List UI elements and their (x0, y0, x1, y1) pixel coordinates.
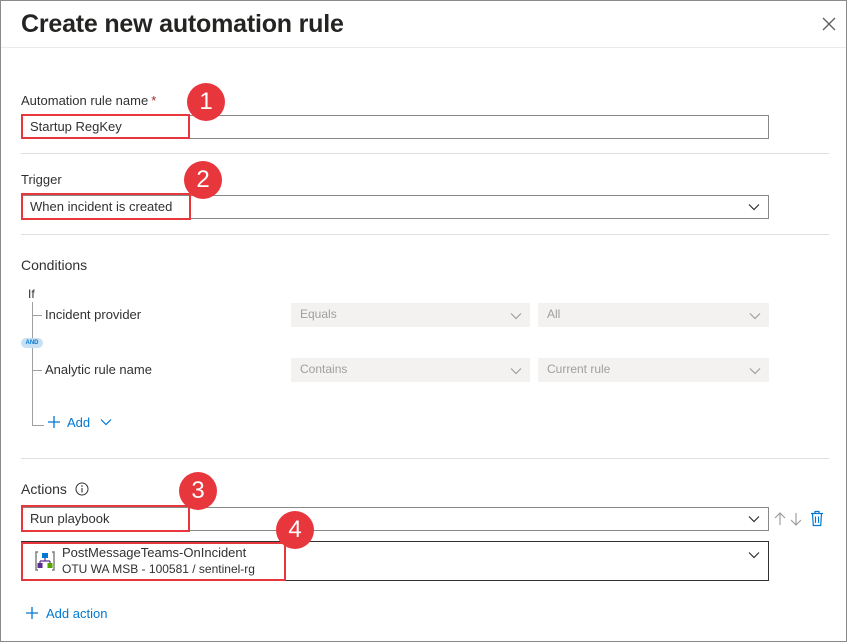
chevron-down-icon (510, 313, 522, 320)
action-value: Run playbook (30, 511, 110, 526)
callout-badge-1: 1 (187, 83, 225, 121)
panel-title: Create new automation rule (21, 10, 344, 38)
chevron-down-icon (100, 419, 112, 426)
condition-value-text: All (547, 307, 561, 321)
actions-label: Actions (21, 481, 89, 497)
add-condition-label: Add (67, 415, 91, 430)
condition-field-label: Incident provider (45, 307, 142, 322)
move-up-icon[interactable] (773, 511, 787, 527)
plus-icon (48, 416, 60, 428)
callout-badge-4: 4 (276, 511, 314, 549)
playbook-subscription: OTU WA MSB - 100581 / sentinel-rg (62, 562, 255, 576)
playbook-name: PostMessageTeams-OnIncident (62, 545, 247, 560)
chevron-down-icon (510, 368, 522, 375)
rule-name-value: Startup RegKey (30, 119, 122, 134)
trigger-label: Trigger (21, 172, 62, 187)
chevron-down-icon (748, 516, 760, 523)
add-condition-button[interactable]: Add (47, 415, 112, 430)
close-icon[interactable] (819, 14, 839, 34)
section-divider (21, 234, 829, 235)
logic-app-icon (35, 551, 55, 571)
condition-operator-value: Contains (300, 362, 348, 376)
add-action-button[interactable]: Add action (25, 606, 107, 621)
add-action-label: Add action (46, 606, 108, 621)
action-dropdown[interactable]: Run playbook (21, 507, 769, 531)
rule-name-label: Automation rule name * (21, 93, 157, 108)
delete-icon[interactable] (809, 510, 825, 527)
callout-badge-3: 3 (179, 472, 217, 510)
rule-name-input[interactable]: Startup RegKey (21, 115, 769, 139)
tree-connector (32, 315, 42, 316)
condition-operator-dropdown[interactable]: Contains (291, 358, 530, 382)
condition-value-text: Current rule (547, 362, 611, 376)
chevron-down-icon (749, 368, 761, 375)
tree-connector (32, 302, 33, 426)
required-asterisk: * (151, 93, 157, 108)
condition-value-dropdown[interactable]: Current rule (538, 358, 769, 382)
and-badge: AND (21, 338, 43, 348)
tree-connector (32, 425, 44, 426)
playbook-dropdown[interactable]: PostMessageTeams-OnIncident OTU WA MSB -… (21, 541, 769, 581)
condition-operator-dropdown[interactable]: Equals (291, 303, 530, 327)
callout-badge-2: 2 (184, 161, 222, 199)
plus-icon (26, 607, 38, 619)
section-divider (21, 458, 829, 459)
chevron-down-icon (749, 313, 761, 320)
trigger-dropdown[interactable]: When incident is created (21, 195, 769, 219)
header-divider (1, 47, 846, 48)
condition-field-label: Analytic rule name (45, 362, 152, 377)
section-divider (21, 153, 829, 154)
conditions-label: Conditions (21, 257, 88, 273)
move-down-icon[interactable] (789, 511, 803, 527)
automation-rule-panel: Create new automation rule Automation ru… (0, 0, 847, 642)
chevron-down-icon (748, 204, 760, 211)
chevron-down-icon (748, 552, 760, 559)
trigger-value: When incident is created (30, 199, 173, 214)
condition-value-dropdown[interactable]: All (538, 303, 769, 327)
condition-operator-value: Equals (300, 307, 337, 321)
tree-connector (32, 370, 42, 371)
if-label: If (28, 287, 35, 301)
info-icon[interactable] (75, 482, 89, 496)
